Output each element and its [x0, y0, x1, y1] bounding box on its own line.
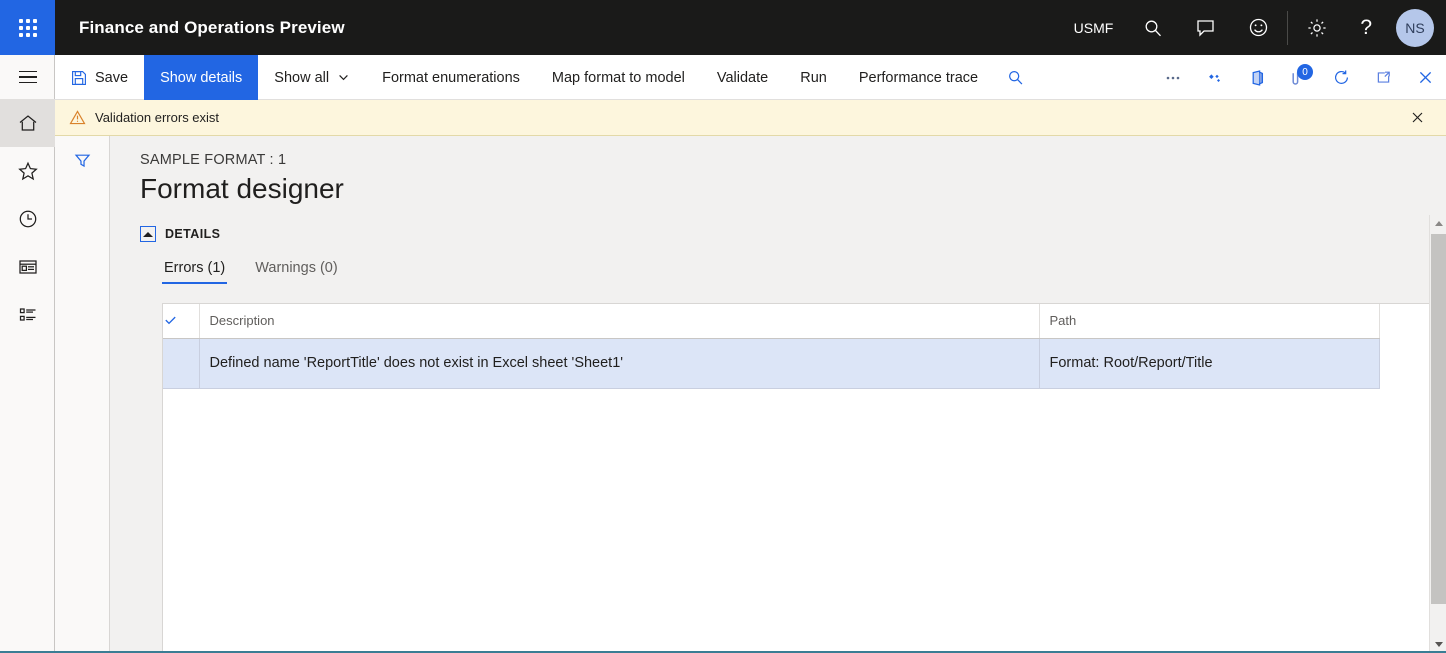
cell-description[interactable]: Defined name 'ReportTitle' does not exis… [199, 338, 1040, 389]
grid-header: Description Path [163, 304, 1380, 339]
cell-path[interactable]: Format: Root/Report/Title [1039, 338, 1380, 389]
scrollbar-thumb[interactable] [1431, 234, 1446, 604]
topbar-actions: USMF ? NS [1060, 0, 1446, 55]
errors-grid-container: Description Path Defined name 'ReportTit… [162, 303, 1434, 653]
app-launcher-icon[interactable] [0, 0, 55, 55]
banner-close-icon[interactable] [1402, 103, 1432, 133]
company-selector[interactable]: USMF [1060, 0, 1128, 55]
show-all-label: Show all [274, 69, 330, 86]
column-header-description[interactable]: Description [199, 304, 1040, 339]
sidebar-item-workspaces[interactable] [0, 243, 55, 291]
filter-funnel-icon[interactable] [55, 136, 110, 184]
popout-icon[interactable] [1362, 55, 1404, 100]
refresh-icon[interactable] [1320, 55, 1362, 100]
banner-message: Validation errors exist [95, 110, 220, 125]
performance-trace-button[interactable]: Performance trace [843, 55, 994, 100]
run-button[interactable]: Run [784, 55, 843, 100]
vertical-scrollbar[interactable] [1429, 215, 1446, 653]
topbar-divider [1287, 10, 1289, 45]
scroll-up-arrow-icon[interactable] [1430, 215, 1446, 232]
save-label: Save [95, 69, 129, 86]
format-enumerations-button[interactable]: Format enumerations [366, 55, 536, 100]
home-icon [17, 112, 39, 134]
commandbar-search-icon[interactable] [994, 55, 1036, 100]
avatar[interactable]: NS [1396, 8, 1434, 47]
checkmark-icon [163, 313, 199, 328]
sidebar-item-recent[interactable] [0, 195, 55, 243]
show-all-button[interactable]: Show all [258, 55, 366, 100]
details-section-label: DETAILS [165, 227, 221, 241]
details-tablist: Errors (1) Warnings (0) [162, 256, 1446, 284]
save-floppy-icon [71, 70, 87, 86]
page-caption: SAMPLE FORMAT : 1 [140, 152, 287, 168]
help-icon[interactable]: ? [1344, 0, 1388, 55]
message-icon[interactable] [1179, 0, 1232, 55]
warning-triangle-icon [69, 109, 86, 126]
open-in-office-icon[interactable] [1236, 55, 1278, 100]
top-navigation-bar: Finance and Operations Preview USMF ? NS [0, 0, 1446, 55]
sidebar-item-favorites[interactable] [0, 147, 55, 195]
chevron-down-icon [337, 71, 350, 84]
left-navigation-rail [0, 55, 55, 653]
save-button[interactable]: Save [55, 55, 144, 100]
overflow-menu-icon[interactable] [1152, 55, 1194, 100]
details-section-header[interactable]: DETAILS [140, 226, 1446, 242]
grid-header-row: Description Path [163, 304, 1380, 339]
tab-errors[interactable]: Errors (1) [162, 256, 228, 284]
sidebar-item-home[interactable] [0, 99, 55, 147]
hamburger-lines [18, 67, 37, 88]
tab-warnings[interactable]: Warnings (0) [253, 256, 339, 284]
attachments-icon[interactable]: 0 [1278, 55, 1320, 100]
waffle-grid [18, 18, 37, 37]
collapse-triangle-icon[interactable] [140, 226, 156, 242]
app-title: Finance and Operations Preview [79, 17, 345, 37]
select-all-header[interactable] [163, 304, 200, 339]
column-header-path[interactable]: Path [1039, 304, 1380, 339]
feedback-smiley-icon[interactable] [1232, 0, 1285, 55]
modules-list-icon [17, 304, 39, 326]
main-content: SAMPLE FORMAT : 1 Format designer DETAIL… [110, 136, 1446, 653]
workspaces-icon [17, 256, 39, 278]
personalize-icon[interactable] [1194, 55, 1236, 100]
errors-grid: Description Path Defined name 'ReportTit… [163, 304, 1380, 389]
help-glyph: ? [1360, 15, 1372, 39]
clock-icon [17, 208, 39, 230]
star-icon [17, 160, 39, 182]
filter-rail [55, 136, 110, 653]
page-title: Format designer [140, 173, 344, 204]
hamburger-menu-icon[interactable] [0, 55, 55, 99]
sidebar-item-modules[interactable] [0, 291, 55, 339]
validate-button[interactable]: Validate [701, 55, 784, 100]
attachments-badge-count: 0 [1297, 64, 1313, 80]
gear-icon[interactable] [1290, 0, 1344, 55]
commandbar-right-actions: 0 [1152, 55, 1446, 99]
search-icon[interactable] [1127, 0, 1179, 55]
grid-body: Defined name 'ReportTitle' does not exis… [163, 338, 1380, 389]
validation-banner: Validation errors exist [55, 100, 1446, 136]
command-bar: Save Show details Show all Format enumer… [55, 55, 1446, 100]
table-row[interactable]: Defined name 'ReportTitle' does not exis… [163, 338, 1380, 389]
map-format-to-model-button[interactable]: Map format to model [536, 55, 701, 100]
show-details-button[interactable]: Show details [144, 55, 259, 100]
row-select-cell[interactable] [163, 338, 200, 389]
close-icon[interactable] [1404, 55, 1446, 100]
